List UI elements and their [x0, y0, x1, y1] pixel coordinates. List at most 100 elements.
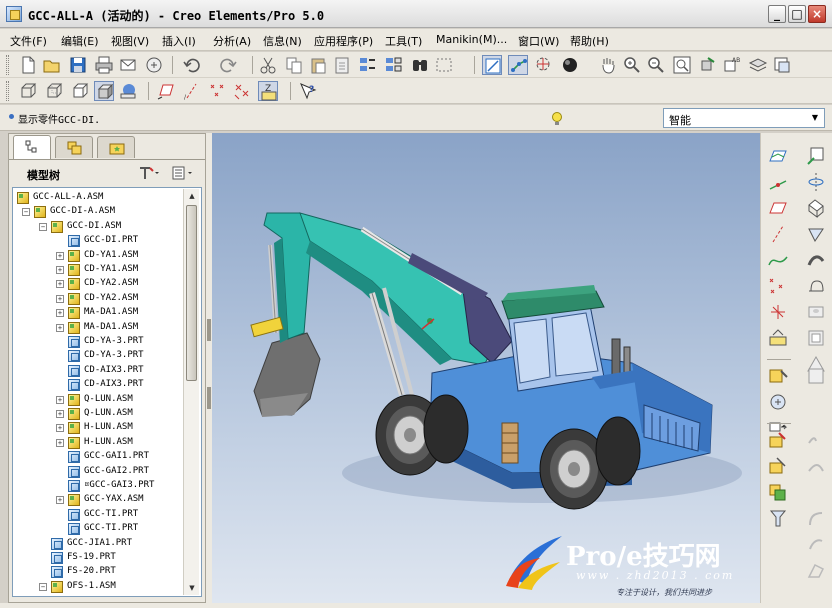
selection-filter-dropdown[interactable]: 智能 ▼: [663, 108, 825, 128]
collapse-icon[interactable]: −: [39, 222, 47, 231]
tree-item[interactable]: + CD-YA2.ASM: [13, 292, 181, 306]
tree-item[interactable]: CD-AIX3.PRT: [13, 378, 181, 392]
plane-tool-icon[interactable]: [767, 197, 789, 219]
model-display-icon[interactable]: [118, 81, 138, 101]
expand-icon[interactable]: +: [56, 395, 64, 404]
tree-item[interactable]: ¤GCC-GAI3.PRT: [13, 479, 181, 493]
paste-special-icon[interactable]: [332, 55, 352, 75]
wireframe-icon[interactable]: [18, 81, 38, 101]
toolbar-grip[interactable]: [6, 55, 9, 75]
maximize-button[interactable]: □: [788, 5, 806, 23]
minimize-button[interactable]: _: [768, 5, 786, 23]
new-file-icon[interactable]: [18, 55, 38, 75]
datum-point-tool-icon[interactable]: [767, 275, 789, 297]
tree-item[interactable]: − GCC-DI-A.ASM: [13, 205, 181, 219]
tree-item[interactable]: + H-LUN.ASM: [13, 436, 181, 450]
trim-tool-icon[interactable]: [767, 507, 789, 529]
draft-tool-icon[interactable]: [805, 365, 827, 387]
tree-item[interactable]: CD-YA-3.PRT: [13, 349, 181, 363]
datum-plane-tool-icon[interactable]: [767, 145, 789, 167]
shell-tool-icon[interactable]: [805, 327, 827, 349]
tree-item[interactable]: GCC-DI.PRT: [13, 234, 181, 248]
cut-icon[interactable]: [258, 55, 278, 75]
revolve-tool-icon[interactable]: [805, 223, 827, 245]
expand-icon[interactable]: +: [56, 438, 64, 447]
shaded-display-icon[interactable]: [94, 81, 114, 101]
tree-settings-icon[interactable]: [137, 165, 161, 181]
round-tool-icon[interactable]: [767, 429, 789, 451]
tree-item[interactable]: GCC-GAI2.PRT: [13, 465, 181, 479]
hole-tool-icon[interactable]: [805, 301, 827, 323]
find-icon[interactable]: [410, 55, 430, 75]
datum-plane-display-icon[interactable]: [482, 55, 502, 75]
copy-mail-icon[interactable]: [144, 55, 164, 75]
zoom-in-icon[interactable]: [622, 55, 642, 75]
collapse-icon[interactable]: −: [39, 582, 47, 591]
expand-icon[interactable]: +: [56, 496, 64, 505]
graphics-window[interactable]: Pro/e技巧网 www . zhd2013 . com 专注于设计，我们共同进…: [212, 133, 760, 603]
pan-icon[interactable]: [598, 55, 618, 75]
redo-icon[interactable]: [218, 55, 238, 75]
tree-item[interactable]: GCC-TI.PRT: [13, 522, 181, 536]
scroll-down-icon[interactable]: ▼: [184, 581, 200, 595]
no-hidden-icon[interactable]: [70, 81, 90, 101]
tree-item[interactable]: CD-YA-3.PRT: [13, 335, 181, 349]
create-component-icon[interactable]: [767, 391, 789, 413]
tree-item[interactable]: GCC-ALL-A.ASM: [13, 191, 181, 205]
sketch-tool-icon[interactable]: [805, 145, 827, 167]
collapse-icon[interactable]: −: [22, 208, 30, 217]
tree-item[interactable]: + Q-LUN.ASM: [13, 393, 181, 407]
layers-icon[interactable]: [748, 55, 768, 75]
regenerate-icon[interactable]: [358, 55, 378, 75]
thicken-tool-icon[interactable]: [805, 533, 827, 555]
regenerate-manager-icon[interactable]: [384, 55, 404, 75]
csys-on-icon[interactable]: [232, 81, 252, 101]
close-button[interactable]: ×: [808, 5, 826, 23]
saved-views-icon[interactable]: AB: [722, 55, 742, 75]
menu-manikin[interactable]: Manikin(M)...: [436, 33, 507, 46]
axis-datum-icon[interactable]: [767, 223, 789, 245]
tree-item[interactable]: CD-AIX3.PRT: [13, 364, 181, 378]
offset-tool-icon[interactable]: [805, 507, 827, 529]
model-tree-tab[interactable]: [13, 135, 51, 159]
menu-view[interactable]: 视图(V): [111, 33, 149, 49]
send-mail-icon[interactable]: [118, 55, 138, 75]
view-manager-icon[interactable]: [772, 55, 792, 75]
menu-analysis[interactable]: 分析(A): [213, 33, 251, 49]
curve-tool-icon[interactable]: [767, 249, 789, 271]
layer-tree-tab[interactable]: [55, 136, 93, 158]
paste-icon[interactable]: [308, 55, 328, 75]
datum-axes-on-icon[interactable]: /: [182, 81, 202, 101]
orient-icon[interactable]: [698, 55, 718, 75]
tree-scrollbar[interactable]: ▲ ▼: [183, 189, 199, 595]
print-icon[interactable]: [94, 55, 114, 75]
chamfer-tool-icon[interactable]: [767, 455, 789, 477]
favorites-tab[interactable]: [97, 136, 135, 158]
copy-icon[interactable]: [284, 55, 304, 75]
expand-icon[interactable]: +: [56, 280, 64, 289]
tree-item[interactable]: + H-LUN.ASM: [13, 421, 181, 435]
menu-applications[interactable]: 应用程序(P): [314, 33, 373, 49]
tree-item[interactable]: − OFS-1.ASM: [13, 580, 181, 594]
expand-icon[interactable]: +: [56, 266, 64, 274]
tree-item[interactable]: + CD-YA2.ASM: [13, 277, 181, 291]
solidify-tool-icon[interactable]: [805, 559, 827, 581]
tree-item[interactable]: GCC-GAI1.PRT: [13, 450, 181, 464]
expand-icon[interactable]: +: [56, 323, 64, 332]
expand-icon[interactable]: +: [56, 410, 64, 418]
sketched-datum-icon[interactable]: [767, 171, 789, 193]
tree-item[interactable]: − GCC-DI.ASM: [13, 220, 181, 234]
hidden-line-icon[interactable]: [44, 81, 64, 101]
menu-tools[interactable]: 工具(T): [385, 33, 422, 49]
pattern-tool-icon[interactable]: [805, 455, 827, 477]
menu-info[interactable]: 信息(N): [263, 33, 302, 49]
axis-tool-icon[interactable]: [805, 171, 827, 193]
expand-icon[interactable]: +: [56, 424, 64, 433]
zoom-out-icon[interactable]: [646, 55, 666, 75]
tree-item[interactable]: FS-19.PRT: [13, 551, 181, 565]
undo-icon[interactable]: [182, 55, 202, 75]
toolbar-grip[interactable]: [6, 81, 9, 101]
tree-item[interactable]: + CD-YA1.ASM: [13, 249, 181, 263]
tree-item[interactable]: + MA-DA1.ASM: [13, 306, 181, 320]
blend-tool-icon[interactable]: [805, 275, 827, 297]
